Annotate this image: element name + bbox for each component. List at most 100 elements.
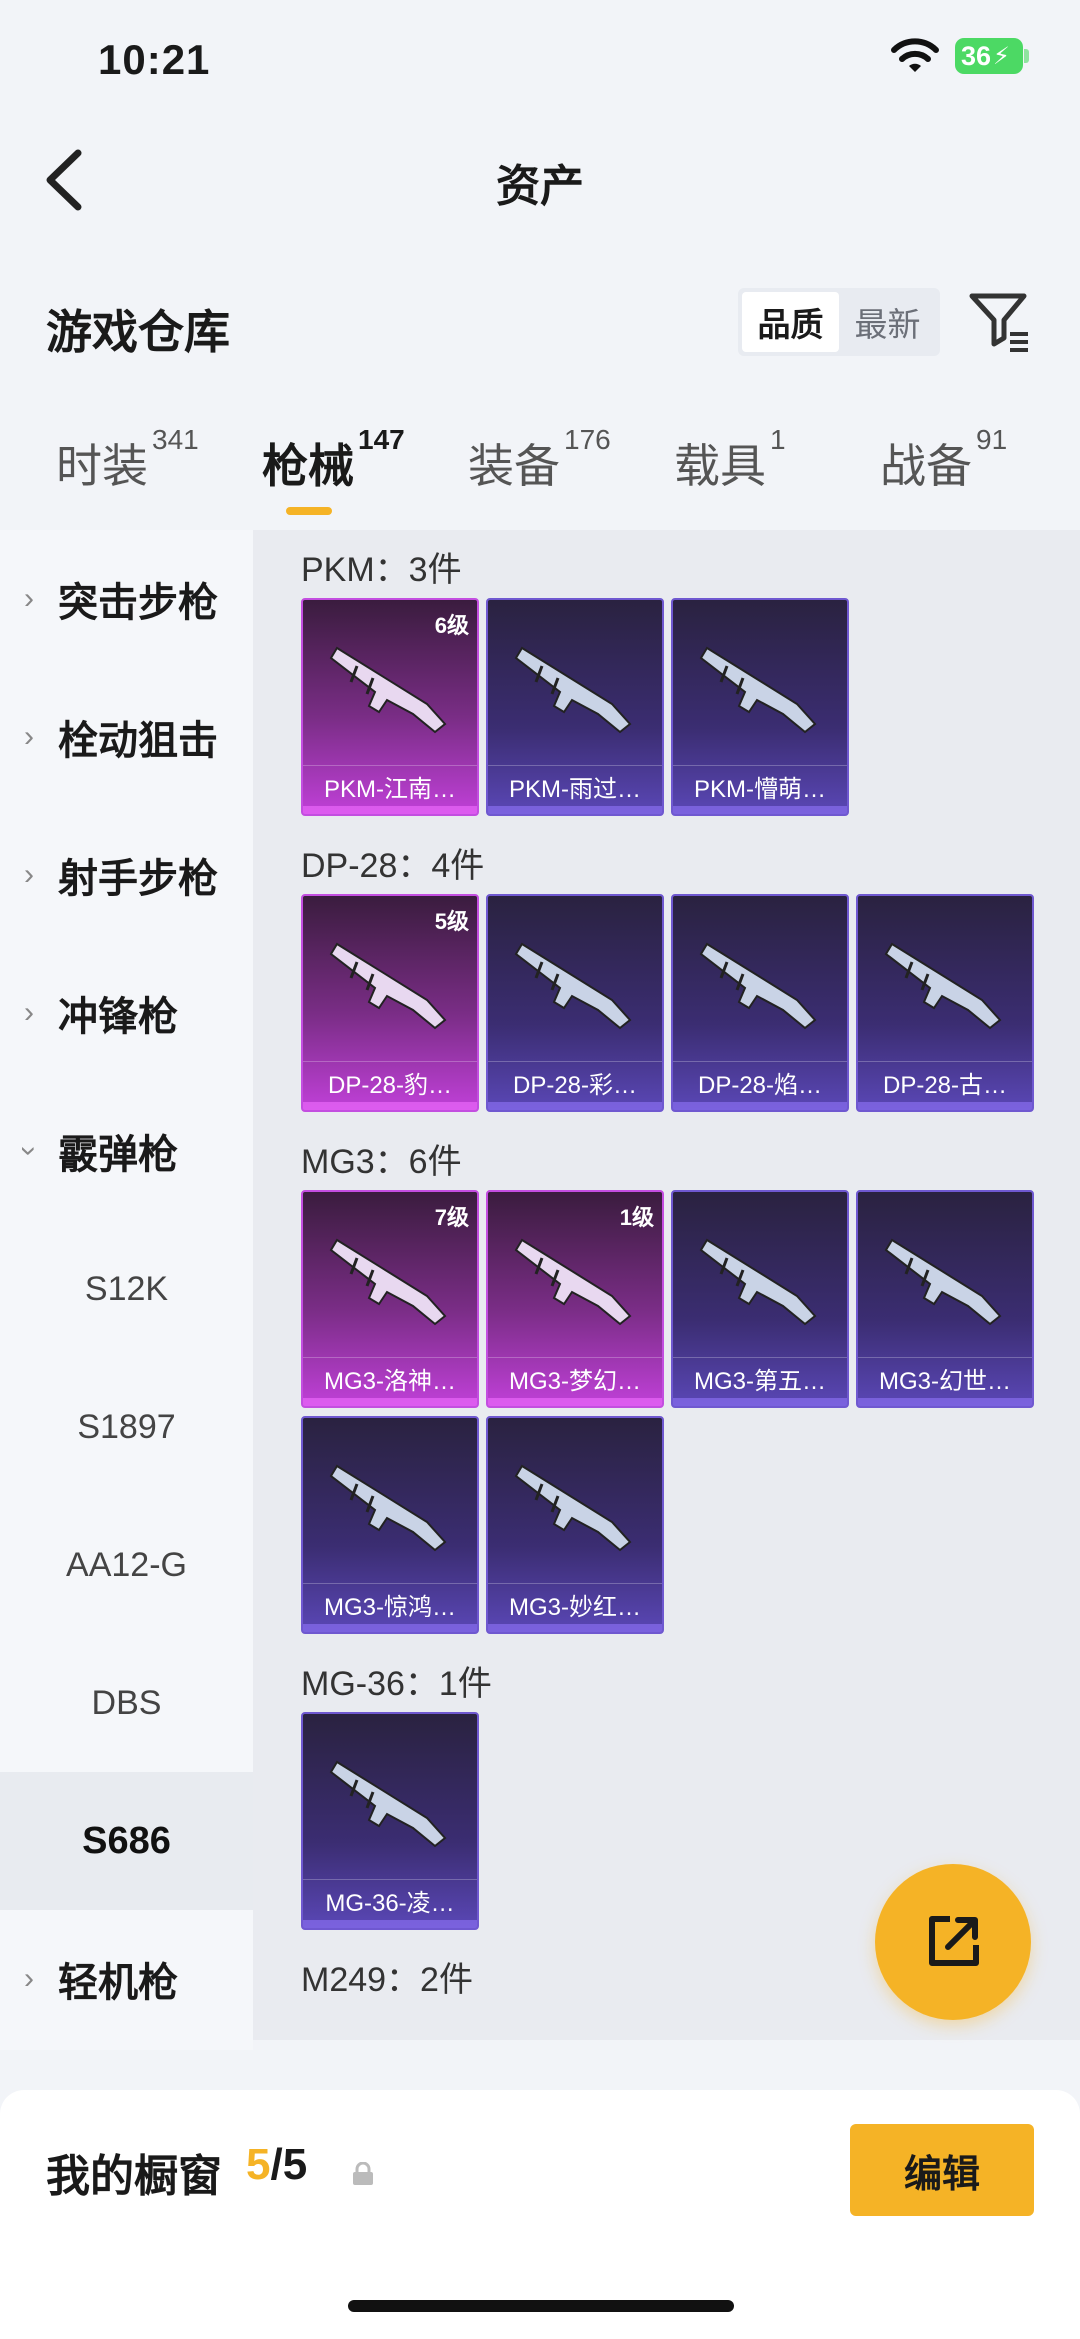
battery-indicator: 36 ⚡ xyxy=(955,38,1023,74)
group-title: MG3：6件 xyxy=(301,1143,462,1181)
rarity-bar xyxy=(673,806,847,814)
showcase-label: 我的橱窗 xyxy=(46,2152,222,2201)
active-tab-indicator xyxy=(286,507,332,515)
sidebar-item-label: 霰弹枪 xyxy=(58,1133,178,1177)
card-divider xyxy=(488,765,662,766)
card-divider xyxy=(303,765,477,766)
card-divider xyxy=(673,1061,847,1062)
weapon-name: MG3-第五… xyxy=(694,1368,826,1395)
weapon-name: MG3-梦幻… xyxy=(509,1368,641,1395)
sidebar-sub-dbs[interactable]: DBS xyxy=(0,1634,253,1772)
chevron-right-icon: › xyxy=(24,582,34,615)
tab-vehicles[interactable]: 载具1 xyxy=(674,424,786,496)
warehouse-title: 游戏仓库 xyxy=(46,306,230,358)
weapon-card[interactable]: DP-28-焰… xyxy=(671,894,849,1112)
tab-equipment[interactable]: 装备176 xyxy=(468,424,611,496)
tab-label: 载具 xyxy=(674,440,766,492)
weapon-name: DP-28-焰… xyxy=(697,1072,823,1099)
card-divider xyxy=(858,1061,1032,1062)
card-divider xyxy=(303,1061,477,1062)
sidebar-item-shotgun[interactable]: › 霰弹枪 xyxy=(0,1082,253,1220)
weapon-name: DP-28-古… xyxy=(882,1072,1008,1099)
weapon-card[interactable]: 5级 DP-28-豹… xyxy=(301,894,479,1112)
filter-icon[interactable] xyxy=(966,288,1032,354)
sidebar-item-label: 射手步枪 xyxy=(58,857,218,901)
weapon-name: PKM-雨过… xyxy=(509,776,641,803)
weapon-name: PKM-懵萌… xyxy=(694,776,826,803)
sidebar-sub-s1897[interactable]: S1897 xyxy=(0,1358,253,1496)
rarity-bar xyxy=(303,1624,477,1632)
lock-icon xyxy=(353,2162,373,2185)
weapon-level-badge: 7级 xyxy=(434,1205,469,1230)
weapon-skin-icon xyxy=(514,942,632,1030)
showcase-bar: 我的橱窗 5/5 编辑 xyxy=(0,2090,1080,2339)
sidebar-item-marksman-rifle[interactable]: › 射手步枪 xyxy=(0,806,253,944)
weapon-name: DP-28-彩… xyxy=(512,1072,638,1099)
weapon-skin-icon xyxy=(699,646,817,734)
rarity-bar xyxy=(673,1102,847,1110)
chevron-right-icon: › xyxy=(24,858,34,891)
weapon-card[interactable]: PKM-懵萌… xyxy=(671,598,849,816)
sidebar-item-bolt-sniper[interactable]: › 栓动狙击 xyxy=(0,668,253,806)
weapon-card[interactable]: 6级 PKM-江南… xyxy=(301,598,479,816)
weapon-grid: PKM：3件 6级 PKM-江南… PKM-雨过… PKM-懵萌… DP-28：4件 5级 D… xyxy=(253,530,1080,2040)
status-time: 10:21 xyxy=(98,36,211,83)
weapon-skin-icon xyxy=(514,1464,632,1552)
weapon-skin-icon xyxy=(329,1464,447,1552)
weapon-name: MG3-惊鸿… xyxy=(324,1594,456,1621)
sidebar-sub-aa12g[interactable]: AA12-G xyxy=(0,1496,253,1634)
card-divider xyxy=(858,1357,1032,1358)
battery-level: 36 xyxy=(961,40,992,71)
weapon-skin-icon xyxy=(514,646,632,734)
weapon-card[interactable]: PKM-雨过… xyxy=(486,598,664,816)
weapon-skin-icon xyxy=(884,942,1002,1030)
charging-icon: ⚡ xyxy=(993,42,1010,70)
weapon-card[interactable]: MG3-惊鸿… xyxy=(301,1416,479,1634)
share-button[interactable] xyxy=(875,1864,1031,2020)
sidebar-sub-s12k[interactable]: S12K xyxy=(0,1220,253,1358)
weapon-name: MG3-幻世… xyxy=(879,1368,1011,1395)
card-divider xyxy=(673,765,847,766)
weapon-card[interactable]: MG3-幻世… xyxy=(856,1190,1034,1408)
weapon-card[interactable]: 1级 MG3-梦幻… xyxy=(486,1190,664,1408)
weapon-card[interactable]: DP-28-彩… xyxy=(486,894,664,1112)
weapon-skin-icon xyxy=(329,1760,447,1848)
sort-quality-option[interactable]: 品质 xyxy=(742,292,839,352)
tab-fashion[interactable]: 时装341 xyxy=(56,424,199,496)
chevron-right-icon: › xyxy=(24,720,34,753)
sidebar-sub-s686[interactable]: S686 xyxy=(0,1772,253,1910)
weapon-card[interactable]: DP-28-古… xyxy=(856,894,1034,1112)
sort-toggle[interactable]: 品质 最新 xyxy=(738,288,940,356)
weapon-card[interactable]: MG3-妙红… xyxy=(486,1416,664,1634)
tab-count: 1 xyxy=(770,424,786,455)
chevron-right-icon: › xyxy=(24,1962,34,1995)
share-icon xyxy=(929,1916,979,1966)
sidebar-item-label: 冲锋枪 xyxy=(58,995,178,1039)
group-title: DP-28：4件 xyxy=(301,847,485,885)
edit-button[interactable]: 编辑 xyxy=(850,2124,1034,2216)
rarity-bar xyxy=(303,1102,477,1110)
weapon-skin-icon xyxy=(329,942,447,1030)
weapon-card[interactable]: 7级 MG3-洛神… xyxy=(301,1190,479,1408)
chevron-right-icon: › xyxy=(24,996,34,1029)
weapon-card[interactable]: MG3-第五… xyxy=(671,1190,849,1408)
chevron-down-icon: › xyxy=(13,1146,46,1156)
weapon-name: DP-28-豹… xyxy=(327,1072,453,1099)
card-divider xyxy=(303,1879,477,1880)
group-title: MG-36：1件 xyxy=(301,1665,492,1703)
card-divider xyxy=(673,1357,847,1358)
tab-guns[interactable]: 枪械147 xyxy=(262,424,405,496)
sidebar-item-label: 突击步枪 xyxy=(58,581,218,625)
weapon-card[interactable]: MG-36-凌… xyxy=(301,1712,479,1930)
sidebar-item-assault-rifle[interactable]: › 突击步枪 xyxy=(0,530,253,668)
tab-label: 装备 xyxy=(468,440,560,492)
tab-supplies[interactable]: 战备91 xyxy=(880,424,1007,496)
tab-label: 战备 xyxy=(880,440,972,492)
card-divider xyxy=(488,1061,662,1062)
sidebar-item-lmg[interactable]: › 轻机枪 xyxy=(0,1910,253,2048)
rarity-bar xyxy=(303,806,477,814)
tab-count: 91 xyxy=(976,424,1008,455)
weapon-skin-icon xyxy=(699,942,817,1030)
sidebar-item-smg[interactable]: › 冲锋枪 xyxy=(0,944,253,1082)
sort-newest-option[interactable]: 最新 xyxy=(839,292,936,352)
